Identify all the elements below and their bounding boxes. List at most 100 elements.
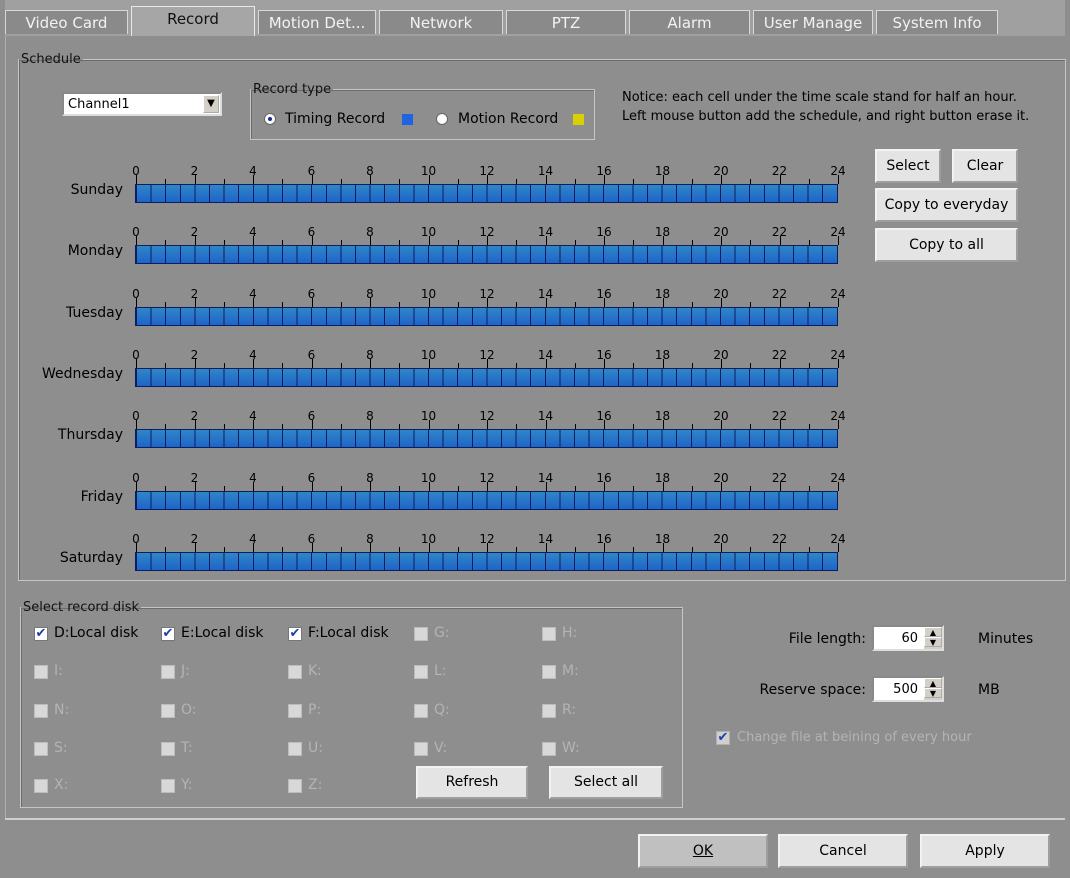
time-scale-tick xyxy=(428,297,430,307)
disk-checkbox[interactable] xyxy=(414,665,428,679)
time-scale-tick xyxy=(253,481,254,491)
timing-record-radio[interactable] xyxy=(264,113,276,125)
disk-checkbox[interactable] xyxy=(288,779,302,793)
chevron-down-icon[interactable]: ▼ xyxy=(203,95,219,113)
disk-checkbox[interactable] xyxy=(288,704,302,718)
time-scale-tick xyxy=(428,358,430,368)
time-scale-tick xyxy=(253,542,254,552)
disk-checkbox[interactable] xyxy=(161,742,175,756)
channel-select[interactable]: Channel1 ▼ xyxy=(62,92,222,116)
time-scale-tick xyxy=(662,420,664,430)
disk-label: H: xyxy=(562,625,578,641)
disk-checkbox[interactable] xyxy=(414,704,428,718)
day-schedule-bar[interactable] xyxy=(135,551,838,571)
disk-checkbox[interactable]: ✔ xyxy=(161,627,175,641)
copy-to-all-button[interactable]: Copy to all xyxy=(875,228,1018,262)
time-scale-tick xyxy=(194,481,196,491)
disk-checkbox[interactable] xyxy=(542,627,556,641)
tab-network[interactable]: Network xyxy=(379,10,503,34)
tab-ptz[interactable]: PTZ xyxy=(506,10,626,34)
time-scale-tick xyxy=(487,542,488,552)
time-scale-tick xyxy=(487,297,488,307)
disk-label: W: xyxy=(562,740,580,756)
change-file-label: Change file at beining of every hour xyxy=(737,730,972,745)
day-schedule-bar[interactable] xyxy=(135,490,838,510)
spin-buttons[interactable]: ▲ ▼ xyxy=(924,627,942,649)
cancel-button[interactable]: Cancel xyxy=(778,834,908,868)
disk-checkbox[interactable] xyxy=(161,704,175,718)
timing-record-label: Timing Record xyxy=(285,111,386,127)
time-scale-tick xyxy=(545,420,547,430)
time-scale-tick xyxy=(721,297,722,307)
notice-line-2: Left mouse button add the schedule, and … xyxy=(622,109,1030,124)
disk-checkbox[interactable] xyxy=(414,742,428,756)
day-schedule-bar[interactable] xyxy=(135,184,838,203)
schedule-legend: Schedule xyxy=(21,52,81,67)
spin-down-icon[interactable]: ▼ xyxy=(924,637,942,647)
day-schedule-bar[interactable] xyxy=(135,306,838,326)
copy-to-everyday-button[interactable]: Copy to everyday xyxy=(875,188,1018,222)
time-scale-tick xyxy=(662,481,664,491)
motion-record-radio[interactable] xyxy=(436,113,448,125)
disk-checkbox[interactable] xyxy=(161,779,175,793)
time-scale-tick xyxy=(545,358,547,368)
ok-button[interactable]: OK xyxy=(638,834,768,868)
refresh-button[interactable]: Refresh xyxy=(416,766,528,799)
tab-video-card[interactable]: Video Card xyxy=(5,10,128,34)
disk-checkbox[interactable] xyxy=(288,742,302,756)
disk-label: R: xyxy=(562,702,577,718)
disk-checkbox[interactable] xyxy=(161,665,175,679)
time-scale-tick xyxy=(311,542,313,552)
disk-checkbox[interactable] xyxy=(34,704,48,718)
disk-checkbox[interactable] xyxy=(34,665,48,679)
tab-motion-detection[interactable]: Motion Det... xyxy=(258,10,376,34)
disk-checkbox[interactable]: ✔ xyxy=(288,627,302,641)
change-file-checkbox[interactable]: ✔ xyxy=(716,731,730,745)
cancel-label: Cancel xyxy=(819,843,867,859)
day-label: Monday xyxy=(67,243,123,260)
tab-record[interactable]: Record xyxy=(131,6,255,36)
disk-checkbox[interactable] xyxy=(34,779,48,793)
spin-down-icon[interactable]: ▼ xyxy=(924,688,942,698)
tab-system-info[interactable]: System Info xyxy=(876,10,998,34)
time-scale-tick xyxy=(838,358,839,368)
time-scale-tick xyxy=(487,481,488,491)
disk-checkbox[interactable] xyxy=(288,665,302,679)
disk-checkbox[interactable] xyxy=(542,742,556,756)
schedule-select-all-button[interactable]: Select all xyxy=(875,149,941,204)
time-scale-tick xyxy=(311,175,313,184)
schedule-clear-button[interactable]: Clear xyxy=(952,149,1018,183)
spin-up-icon[interactable]: ▲ xyxy=(924,627,942,637)
disk-select-all-button[interactable]: Select all xyxy=(549,766,663,799)
time-scale-tick xyxy=(311,236,313,246)
disk-checkbox[interactable] xyxy=(414,627,428,641)
spin-buttons[interactable]: ▲ ▼ xyxy=(924,678,942,700)
disk-checkbox[interactable] xyxy=(542,704,556,718)
reserve-space-value: 500 xyxy=(893,682,918,697)
day-schedule-bar[interactable] xyxy=(135,429,838,449)
tab-user-manage[interactable]: User Manage xyxy=(753,10,873,34)
disk-label: Z: xyxy=(308,777,323,793)
time-scale-tick xyxy=(311,481,313,491)
tab-alarm[interactable]: Alarm xyxy=(629,10,750,34)
motion-color-swatch xyxy=(573,114,584,125)
disk-checkbox[interactable]: ✔ xyxy=(34,627,48,641)
time-scale-tick xyxy=(721,481,722,491)
disk-label: S: xyxy=(54,740,68,756)
disk-label: T: xyxy=(181,740,193,756)
time-scale-tick xyxy=(662,542,664,552)
disk-label: Q: xyxy=(434,702,450,718)
disk-checkbox[interactable] xyxy=(34,742,48,756)
time-scale-tick xyxy=(604,542,605,552)
reserve-space-spinner[interactable]: 500 ▲ ▼ xyxy=(872,676,944,702)
file-length-spinner[interactable]: 60 ▲ ▼ xyxy=(872,625,944,651)
time-scale-tick xyxy=(838,175,839,184)
spin-up-icon[interactable]: ▲ xyxy=(924,678,942,688)
day-schedule-bar[interactable] xyxy=(135,245,838,265)
disk-checkbox[interactable] xyxy=(542,665,556,679)
day-schedule-bar[interactable] xyxy=(135,367,838,387)
time-scale-tick xyxy=(253,358,254,368)
disk-label: Y: xyxy=(181,777,193,793)
apply-button[interactable]: Apply xyxy=(920,834,1050,868)
time-scale-tick xyxy=(604,175,605,184)
